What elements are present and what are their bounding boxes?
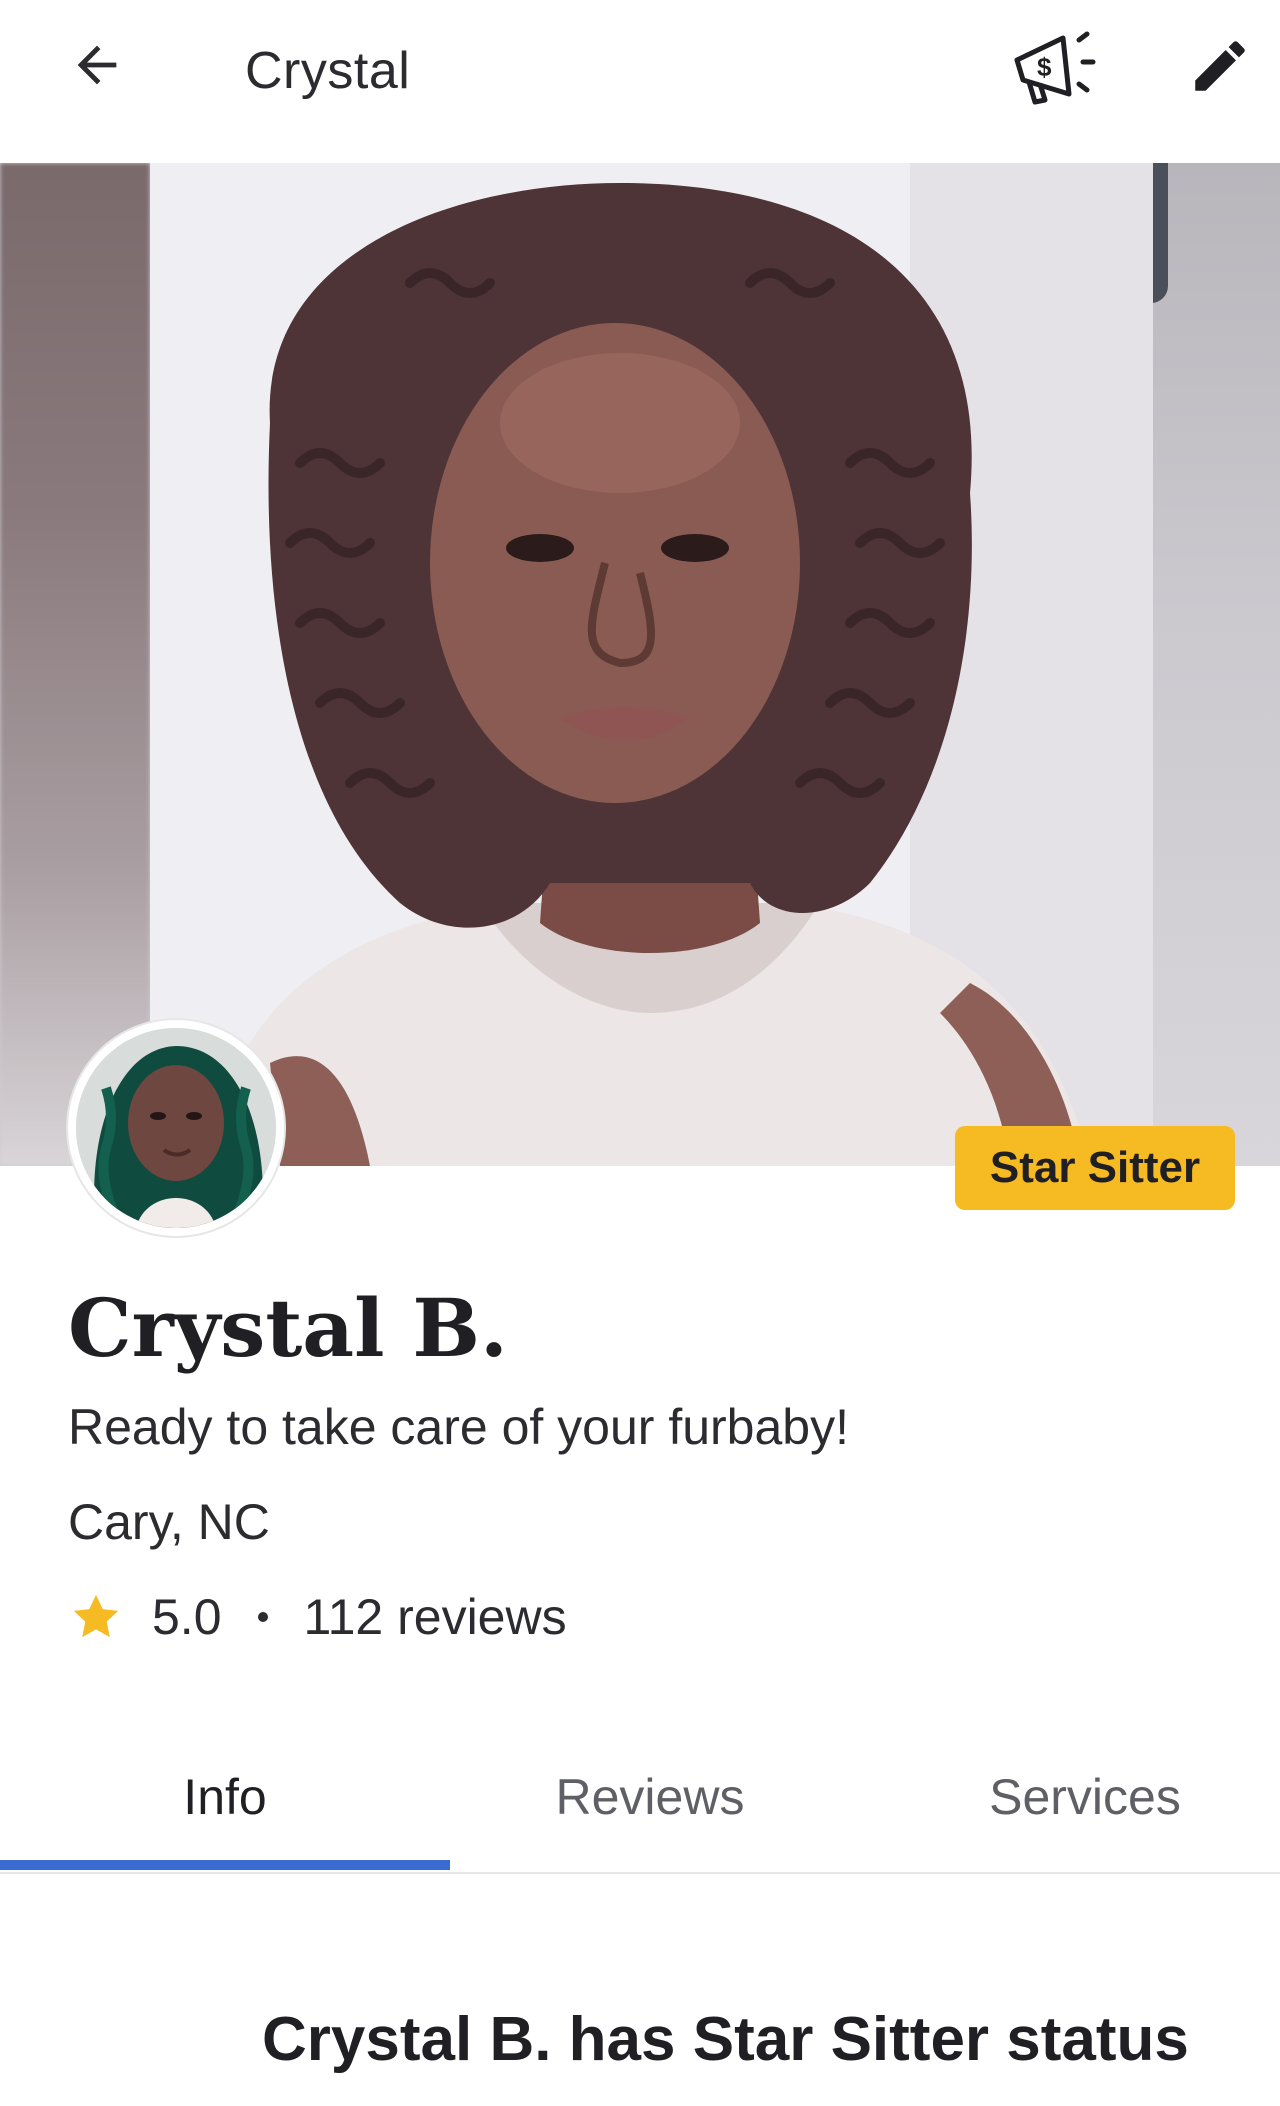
star-icon xyxy=(68,1589,124,1645)
previous-photo-preview[interactable] xyxy=(0,163,150,1166)
avatar[interactable] xyxy=(68,1020,284,1236)
profile-photo xyxy=(150,163,1153,1166)
rating-row: 5.0 112 reviews xyxy=(68,1582,567,1652)
next-photo-preview[interactable] xyxy=(1134,163,1280,1166)
megaphone-dollar-icon: $ xyxy=(1007,24,1099,115)
separator-dot xyxy=(257,1612,268,1622)
tab-services[interactable]: Services xyxy=(870,1722,1280,1872)
tab-reviews[interactable]: Reviews xyxy=(430,1722,870,1872)
header-title: Crystal xyxy=(245,42,411,100)
svg-text:$: $ xyxy=(1037,52,1052,82)
app-header: Crystal $ xyxy=(0,0,1280,163)
profile-location: Cary, NC xyxy=(68,1494,270,1550)
tab-info[interactable]: Info xyxy=(0,1722,450,1872)
rating-value: 5.0 xyxy=(152,1589,222,1645)
reviews-count-link[interactable]: 112 reviews xyxy=(304,1588,567,1646)
arrow-left-icon xyxy=(68,36,126,99)
back-button[interactable] xyxy=(62,32,132,102)
star-sitter-status-heading: Crystal B. has Star Sitter status xyxy=(262,2005,1189,2074)
edit-button[interactable] xyxy=(1180,28,1260,108)
active-tab-indicator xyxy=(0,1860,450,1870)
avatar-image xyxy=(76,1028,276,1228)
profile-tabs: Info Reviews Services xyxy=(0,1722,1280,1874)
profile-tagline: Ready to take care of your furbaby! xyxy=(68,1399,849,1455)
star-sitter-badge: Star Sitter xyxy=(955,1126,1235,1210)
promote-button[interactable]: $ xyxy=(1003,22,1103,117)
pencil-icon xyxy=(1187,33,1253,104)
profile-name: Crystal B. xyxy=(68,1281,508,1375)
photo-gallery[interactable] xyxy=(0,163,1280,1166)
